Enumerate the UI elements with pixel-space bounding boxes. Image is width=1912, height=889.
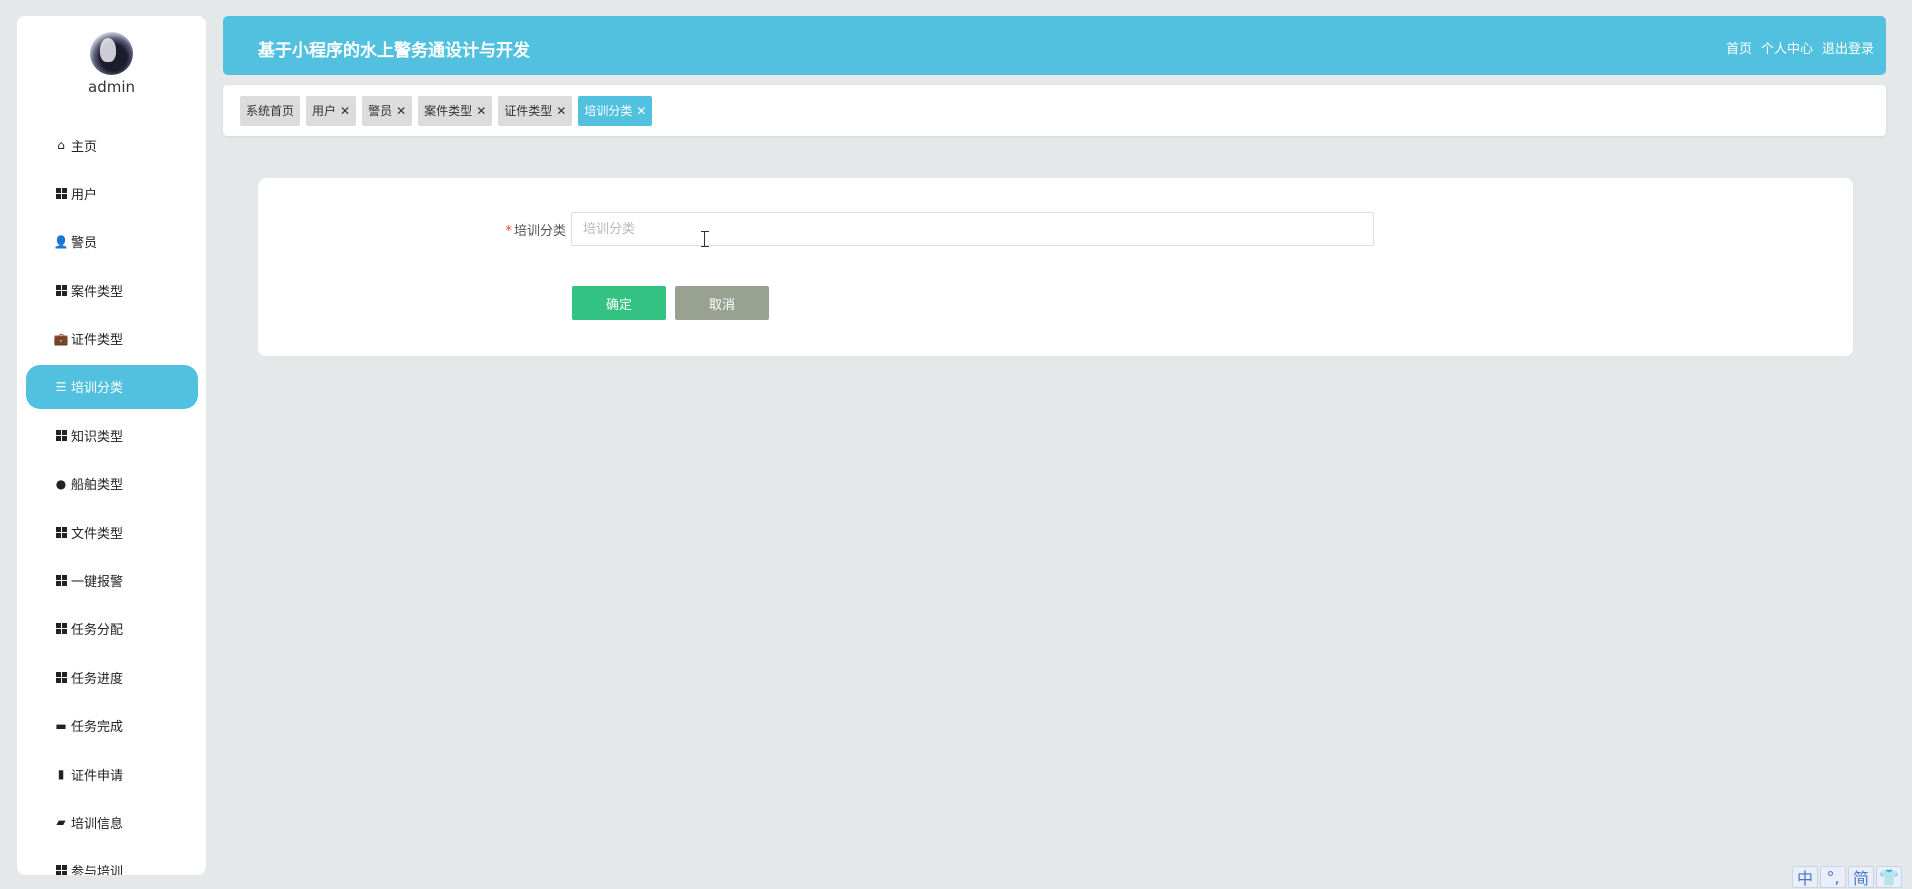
- top-header: 基于小程序的水上警务通设计与开发 首页 个人中心 退出登录: [223, 16, 1886, 75]
- confirm-button[interactable]: 确定: [572, 286, 666, 320]
- grid-icon: [55, 187, 67, 199]
- ime-chinese-button[interactable]: 中: [1792, 866, 1818, 888]
- ime-punctuation-button[interactable]: °,: [1820, 866, 1846, 888]
- sidebar-item-knowledge-types[interactable]: 知识类型: [17, 413, 206, 457]
- sidebar-item-join-training[interactable]: 参与培训: [17, 849, 206, 875]
- grid-icon: [55, 865, 67, 875]
- sidebar-item-task-progress[interactable]: 任务进度: [17, 655, 206, 699]
- sidebar-item-label: 案件类型: [71, 281, 123, 300]
- sidebar-item-label: 文件类型: [71, 523, 123, 542]
- sidebar-item-label: 用户: [71, 184, 97, 203]
- wallet-icon: ▰: [55, 816, 67, 828]
- header-links: 首页 个人中心 退出登录: [1726, 38, 1874, 57]
- briefcase-icon: 💼: [55, 333, 67, 345]
- sidebar-item-training-info[interactable]: ▰ 培训信息: [17, 800, 206, 844]
- sidebar-item-users[interactable]: 用户: [17, 171, 206, 215]
- sidebar-item-certificate-types[interactable]: 💼 证件类型: [17, 317, 206, 361]
- grid-icon: [55, 575, 67, 587]
- tabs-bar: 系统首页 用户 ✕ 警员 ✕ 案件类型 ✕ 证件类型 ✕ 培训分类 ✕: [223, 85, 1886, 136]
- tab-label: 警员: [368, 102, 392, 119]
- sidebar-item-alarm[interactable]: 一键报警: [17, 559, 206, 603]
- training-category-label: *培训分类: [498, 220, 566, 239]
- person-icon: 👤: [55, 236, 67, 248]
- sidebar-item-label: 培训分类: [71, 377, 123, 396]
- close-icon[interactable]: ✕: [636, 104, 646, 118]
- sidebar-item-label: 任务分配: [71, 619, 123, 638]
- close-icon[interactable]: ✕: [476, 104, 486, 118]
- sidebar-item-label: 警员: [71, 232, 97, 251]
- logout-link[interactable]: 退出登录: [1822, 38, 1874, 57]
- tab-training-categories[interactable]: 培训分类 ✕: [578, 96, 652, 126]
- sidebar-item-certificate-application[interactable]: ▮ 证件申请: [17, 752, 206, 796]
- sidebar-item-task-completion[interactable]: ▬ 任务完成: [17, 704, 206, 748]
- sidebar-item-training-categories[interactable]: ☰ 培训分类: [26, 365, 198, 409]
- sidebar-item-home[interactable]: ⌂ 主页: [17, 123, 206, 167]
- grid-icon: [55, 671, 67, 683]
- sidebar-item-file-types[interactable]: 文件类型: [17, 510, 206, 554]
- training-category-input[interactable]: [571, 212, 1374, 246]
- tab-label: 系统首页: [246, 102, 294, 119]
- grid-icon: [55, 284, 67, 296]
- text-cursor-icon: [704, 231, 712, 247]
- tab-label: 案件类型: [424, 102, 472, 119]
- tab-case-types[interactable]: 案件类型 ✕: [418, 96, 492, 126]
- sidebar-item-label: 证件类型: [71, 329, 123, 348]
- sidebar-item-label: 任务完成: [71, 716, 123, 735]
- tab-label: 用户: [312, 102, 336, 119]
- tab-officers[interactable]: 警员 ✕: [362, 96, 412, 126]
- sidebar-item-ship-types[interactable]: ● 船舶类型: [17, 462, 206, 506]
- sidebar: admin ⌂ 主页 用户 👤 警员 案件类型 💼 证件类型 ☰ 培训分类 知识…: [17, 16, 206, 875]
- tab-label: 证件类型: [504, 102, 552, 119]
- tab-certificate-types[interactable]: 证件类型 ✕: [498, 96, 572, 126]
- sidebar-item-label: 任务进度: [71, 668, 123, 687]
- sidebar-item-officers[interactable]: 👤 警员: [17, 220, 206, 264]
- profile-link[interactable]: 个人中心: [1761, 38, 1813, 57]
- form-card: *培训分类 确定 取消: [258, 178, 1853, 356]
- sidebar-item-label: 主页: [71, 136, 97, 155]
- home-icon: ⌂: [55, 139, 67, 151]
- monitor-icon: ▬: [55, 720, 67, 732]
- pin-icon: ●: [55, 478, 67, 490]
- ime-simplified-button[interactable]: 简: [1848, 866, 1874, 888]
- tab-users[interactable]: 用户 ✕: [306, 96, 356, 126]
- clipboard-icon: ▮: [55, 768, 67, 780]
- grid-icon: [55, 526, 67, 538]
- ime-skin-button[interactable]: 👕: [1876, 866, 1902, 888]
- app-title: 基于小程序的水上警务通设计与开发: [258, 36, 530, 61]
- tab-label: 培训分类: [584, 102, 632, 119]
- sidebar-item-task-assignment[interactable]: 任务分配: [17, 607, 206, 651]
- avatar[interactable]: [90, 32, 133, 75]
- home-link[interactable]: 首页: [1726, 38, 1752, 57]
- username: admin: [17, 78, 206, 96]
- sidebar-item-label: 船舶类型: [71, 474, 123, 493]
- ime-toolbar: 中 °, 简 👕: [1792, 866, 1902, 888]
- sidebar-item-label: 培训信息: [71, 813, 123, 832]
- sidebar-item-label: 知识类型: [71, 426, 123, 445]
- sidebar-item-label: 证件申请: [71, 765, 123, 784]
- required-mark: *: [505, 224, 512, 239]
- close-icon[interactable]: ✕: [340, 104, 350, 118]
- cancel-button[interactable]: 取消: [675, 286, 769, 320]
- sidebar-item-label: 参与培训: [71, 861, 123, 875]
- grid-icon: [55, 623, 67, 635]
- close-icon[interactable]: ✕: [396, 104, 406, 118]
- tab-system-home[interactable]: 系统首页: [240, 96, 300, 126]
- grid-icon: [55, 429, 67, 441]
- sidebar-menu: ⌂ 主页 用户 👤 警员 案件类型 💼 证件类型 ☰ 培训分类 知识类型 ●: [17, 123, 206, 875]
- close-icon[interactable]: ✕: [556, 104, 566, 118]
- sidebar-item-case-types[interactable]: 案件类型: [17, 268, 206, 312]
- sliders-icon: ☰: [55, 381, 67, 393]
- sidebar-item-label: 一键报警: [71, 571, 123, 590]
- field-label-text: 培训分类: [514, 224, 566, 239]
